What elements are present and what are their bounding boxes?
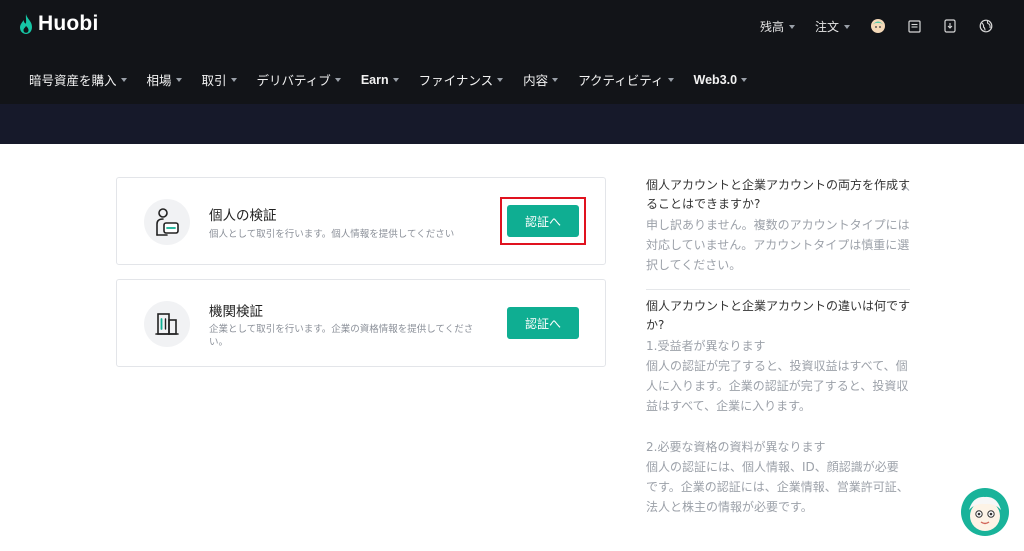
document-icon [907, 19, 921, 33]
main-nav: 暗号資産を購入 相場 取引 デリバティブ Earn ファイナンス 内容 アクティ… [29, 70, 748, 89]
balance-label: 残高 [759, 19, 784, 34]
nav-label: 取引 [201, 73, 227, 88]
huobi-logo[interactable]: Huobi [18, 12, 98, 36]
nav-finance[interactable]: ファイナンス [419, 70, 504, 89]
individual-verification-card: 個人の検証 個人として取引を行います。個人情報を提供してください 認証へ [116, 177, 606, 265]
faq-answer-2-body: 個人の認証には、個人情報、ID、顔認識が必要です。企業の認証には、企業情報、営業… [646, 460, 909, 514]
logo-text: Huobi [38, 12, 99, 35]
chevron-down-icon [334, 78, 341, 82]
card-title: 個人の検証 [209, 208, 277, 224]
nav-activity[interactable]: アクティビティ [578, 70, 674, 89]
nav-earn[interactable]: Earn [361, 73, 399, 87]
chevron-down-icon [788, 24, 795, 29]
faq-question[interactable]: 個人アカウントと企業アカウントの両方を作成することはできますか? [646, 176, 910, 214]
person-id-icon [144, 199, 190, 245]
nav-label: アクティビティ [578, 73, 664, 88]
nav-label: Web3.0 [693, 72, 738, 87]
orders-label: 注文 [814, 19, 839, 34]
nav-content[interactable]: 内容 [523, 70, 559, 89]
nav-label: 暗号資産を購入 [29, 73, 117, 88]
chevron-down-icon [844, 24, 850, 29]
faq-answer-1-title: 1.受益者が異なります [646, 339, 766, 353]
chevron-up-icon[interactable] [902, 185, 910, 193]
faq-answer-1-body: 個人の認証が完了すると、投資収益はすべて、個人に入ります。企業の認証が完了すると… [646, 359, 909, 413]
faq-answer-2-title: 2.必要な資格の資料が異なります [646, 440, 826, 454]
nav-web3[interactable]: Web3.0 [694, 73, 748, 87]
faq-item: 個人アカウントと企業アカウントの両方を作成することはできますか? 申し訳ありませ… [646, 176, 910, 275]
building-icon [144, 301, 190, 347]
chevron-down-icon [230, 78, 237, 82]
chevron-down-icon [552, 78, 559, 82]
page-banner [0, 104, 1024, 144]
nav-trade[interactable]: 取引 [202, 70, 237, 89]
faq-question[interactable]: 個人アカウントと企業アカウントの違いは何ですか? [646, 297, 910, 335]
avatar[interactable] [870, 18, 886, 34]
top-header: Huobi 残高 注文 暗号資産を購入 相場 取引 デリバティブ Earn ファ… [0, 0, 1024, 104]
nav-label: デリバティブ [256, 73, 331, 88]
chevron-down-icon [120, 78, 127, 82]
verify-individual-button[interactable]: 認証へ [507, 205, 579, 237]
faq-item: 個人アカウントと企業アカウントの違いは何ですか? 1.受益者が異なります 個人の… [646, 297, 910, 517]
verify-institution-button[interactable]: 認証へ [507, 307, 579, 339]
institution-verification-card: 機関検証 企業として取引を行います。企業の資格情報を提供してください。 認証へ [116, 279, 606, 367]
card-title: 機関検証 [209, 304, 263, 320]
card-description: 企業として取引を行います。企業の資格情報を提供してください。 [209, 324, 474, 348]
nav-label: 相場 [146, 73, 172, 88]
chevron-down-icon [175, 78, 182, 82]
card-description: 個人として取引を行います。個人情報を提供してください [209, 229, 455, 240]
nav-label: 内容 [523, 73, 549, 88]
chevron-down-icon [392, 78, 399, 82]
globe-icon [979, 19, 993, 33]
language-button[interactable] [978, 18, 994, 34]
avatar-icon [871, 19, 885, 33]
nav-derivatives[interactable]: デリバティブ [257, 70, 341, 89]
nav-buy-crypto[interactable]: 暗号資産を購入 [29, 70, 127, 89]
nav-label: Earn [360, 72, 389, 87]
notes-button[interactable] [906, 18, 922, 34]
chevron-down-icon [667, 78, 674, 82]
download-button[interactable] [942, 18, 958, 34]
support-mascot-button[interactable] [961, 488, 1009, 536]
download-icon [944, 19, 956, 33]
chevron-down-icon [497, 78, 504, 82]
faq-answer: 申し訳ありません。複数のアカウントタイプには対応していません。アカウントタイプは… [646, 218, 910, 272]
flame-logo-icon [20, 14, 32, 34]
balance-menu[interactable]: 残高 [760, 18, 795, 35]
nav-markets[interactable]: 相場 [147, 70, 182, 89]
mascot-icon [969, 496, 1001, 531]
top-right-toolbar: 残高 注文 [760, 14, 994, 38]
orders-menu[interactable]: 注文 [815, 18, 850, 35]
chevron-down-icon [741, 78, 748, 82]
nav-label: ファイナンス [418, 73, 494, 88]
faq-divider [646, 289, 910, 290]
